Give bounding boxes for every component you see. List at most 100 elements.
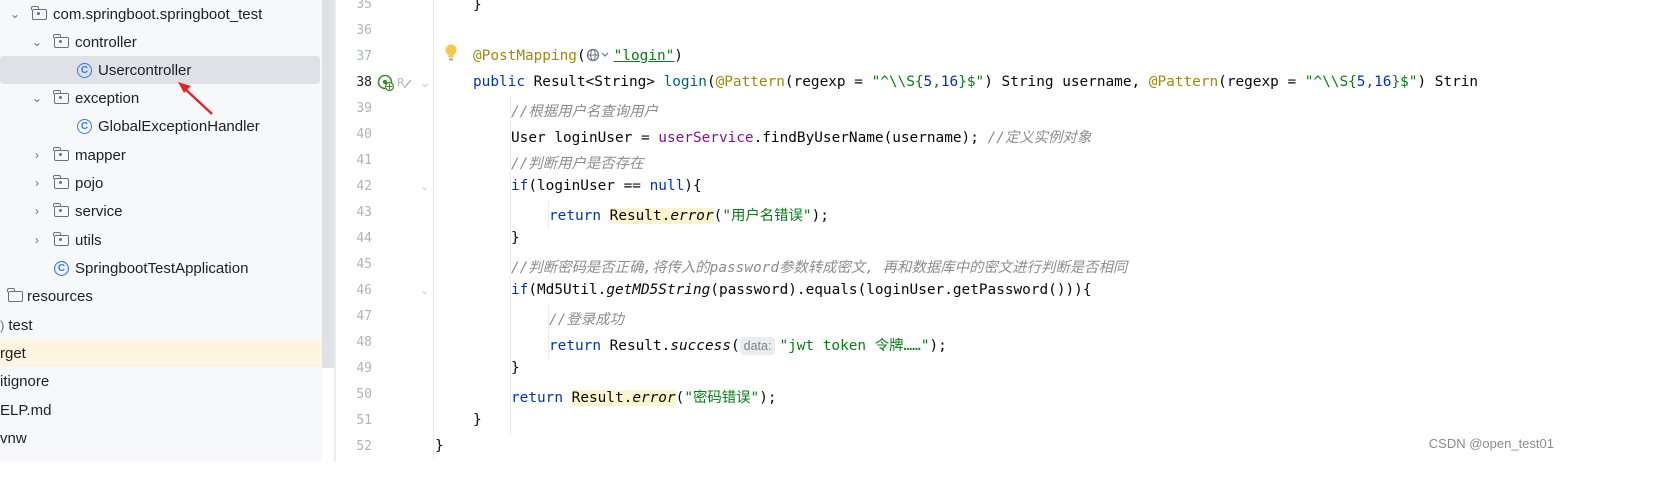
package-folder-icon bbox=[53, 33, 69, 48]
red-arrow-annotation bbox=[178, 82, 213, 115]
tree-item-label: pojo bbox=[75, 174, 104, 192]
parameter-hint: data: bbox=[739, 337, 776, 355]
code-line-51: } bbox=[473, 412, 482, 428]
chevron-right-icon[interactable]: › bbox=[30, 148, 44, 162]
code-line-44: } bbox=[511, 230, 520, 246]
code-line-38: public Result<String> login(@Pattern(reg… bbox=[473, 74, 1479, 90]
tree-item-label: exception bbox=[75, 89, 140, 107]
tree-item-label: rget bbox=[0, 344, 26, 362]
code-line-40: User loginUser = userService.findByUserN… bbox=[511, 130, 1092, 146]
chevron-down-icon[interactable]: ⌄ bbox=[30, 35, 44, 49]
tree-item-label: resources bbox=[27, 287, 93, 305]
package-folder-icon bbox=[53, 89, 69, 104]
code-line-35: } bbox=[473, 0, 482, 13]
tree-item-utils[interactable]: › utils bbox=[0, 226, 322, 254]
tree-item-label: test bbox=[8, 316, 33, 334]
line-number: 50 bbox=[356, 387, 372, 402]
chevron-right-icon[interactable]: › bbox=[30, 176, 44, 190]
line-number: 45 bbox=[356, 257, 372, 272]
line-number: 52 bbox=[356, 439, 372, 454]
code-line-45: //判断密码是否正确,将传入的password参数转成密文, 再和数据库中的密文… bbox=[511, 260, 1128, 276]
project-tree: ⌄ com.springboot.springboot_test ⌄ contr… bbox=[0, 0, 322, 461]
code-line-50: return Result.error("密码错误"); bbox=[511, 390, 777, 406]
code-line-52: } bbox=[435, 438, 444, 454]
tree-item-globalexceptionhandler[interactable]: C GlobalExceptionHandler bbox=[0, 112, 322, 140]
package-folder-icon bbox=[53, 231, 69, 246]
package-folder-icon bbox=[53, 146, 69, 161]
line-number-current: 38 bbox=[356, 75, 372, 90]
line-number: 39 bbox=[356, 101, 372, 116]
line-number: 41 bbox=[356, 153, 372, 168]
svg-text:R: R bbox=[397, 76, 405, 89]
folder-icon: ) bbox=[0, 317, 5, 333]
tree-item-package-root[interactable]: ⌄ com.springboot.springboot_test bbox=[0, 0, 322, 28]
code-line-41: //判断用户是否存在 bbox=[511, 156, 644, 172]
tree-item-pojo[interactable]: › pojo bbox=[0, 169, 322, 197]
tree-item-label: controller bbox=[75, 33, 137, 51]
chevron-right-icon[interactable]: › bbox=[30, 233, 44, 247]
chevron-down-icon[interactable]: ⌄ bbox=[8, 7, 22, 21]
tree-item-springboottestapplication[interactable]: C SpringbootTestApplication bbox=[0, 254, 322, 282]
code-line-43: return Result.error("用户名错误"); bbox=[549, 208, 829, 224]
run-gutter-icon[interactable] bbox=[377, 74, 395, 92]
line-number: 46 bbox=[356, 283, 372, 298]
tree-item-label: SpringbootTestApplication bbox=[75, 259, 249, 277]
gutter-divider bbox=[433, 0, 434, 461]
line-number: 47 bbox=[356, 309, 372, 324]
line-number: 36 bbox=[356, 23, 372, 38]
tree-item-usercontroller[interactable]: C Usercontroller bbox=[0, 56, 320, 84]
tree-item-label: Usercontroller bbox=[98, 61, 192, 79]
tree-item-service[interactable]: › service bbox=[0, 197, 322, 225]
spring-app-class-icon: C bbox=[54, 260, 69, 276]
fold-icon[interactable]: ⌄ bbox=[420, 180, 429, 193]
package-folder-icon bbox=[31, 5, 47, 20]
tree-item-controller[interactable]: ⌄ controller bbox=[0, 28, 322, 56]
tree-item-label: GlobalExceptionHandler bbox=[98, 117, 260, 135]
tree-item-mvnw[interactable]: vnw bbox=[0, 424, 322, 452]
fold-icon[interactable]: ⌄ bbox=[420, 284, 429, 297]
line-number: 35 bbox=[356, 0, 372, 12]
package-folder-icon bbox=[53, 202, 69, 217]
fold-icon[interactable]: ⌄ bbox=[420, 76, 430, 90]
code-line-37: @PostMapping("login") bbox=[473, 48, 683, 64]
chevron-right-icon[interactable]: › bbox=[30, 204, 44, 218]
tree-item-resources[interactable]: resources bbox=[0, 282, 322, 310]
package-folder-icon bbox=[53, 174, 69, 189]
web-endpoint-icon[interactable]: R bbox=[396, 74, 414, 92]
tree-item-label: utils bbox=[75, 231, 102, 249]
tree-item-label: service bbox=[75, 202, 123, 220]
tree-item-label: vnw bbox=[0, 429, 27, 447]
line-number: 42 bbox=[356, 179, 372, 194]
code-line-47: //登录成功 bbox=[549, 312, 624, 328]
tree-item-label: itignore bbox=[0, 372, 50, 390]
code-line-48: return Result.success(data: "jwt token 令牌… bbox=[549, 337, 947, 355]
tree-item-label: ELP.md bbox=[0, 401, 52, 419]
tree-item-mapper[interactable]: › mapper bbox=[0, 141, 322, 169]
class-icon: C bbox=[77, 118, 92, 134]
globe-endpoint-icon[interactable] bbox=[586, 48, 614, 62]
line-number: 43 bbox=[356, 205, 372, 220]
code-line-49: } bbox=[511, 360, 520, 376]
tree-item-label: mapper bbox=[75, 146, 126, 164]
code-editor[interactable]: 35 36 37 38 39 40 41 42 43 44 45 46 47 4… bbox=[336, 0, 1568, 461]
watermark: CSDN @open_test01 bbox=[1428, 436, 1554, 451]
code-line-42: if(loginUser == null){ bbox=[511, 178, 702, 194]
tree-item-help-md[interactable]: ELP.md bbox=[0, 396, 322, 424]
tree-scrollbar[interactable] bbox=[322, 0, 334, 368]
code-line-46: if(Md5Util.getMD5String(password).equals… bbox=[511, 282, 1092, 298]
tree-item-exception[interactable]: ⌄ exception bbox=[0, 84, 322, 112]
tree-item-test[interactable]: ) test bbox=[0, 311, 322, 339]
line-number: 49 bbox=[356, 361, 372, 376]
lightbulb-icon[interactable] bbox=[444, 43, 458, 63]
chevron-down-icon[interactable]: ⌄ bbox=[30, 91, 44, 105]
tree-item-gitignore[interactable]: itignore bbox=[0, 367, 322, 395]
line-number: 51 bbox=[356, 413, 372, 428]
line-number: 44 bbox=[356, 231, 372, 246]
line-number: 40 bbox=[356, 127, 372, 142]
code-line-39: //根据用户名查询用户 bbox=[511, 104, 658, 120]
line-number: 37 bbox=[356, 49, 372, 64]
resources-folder-icon bbox=[7, 287, 23, 302]
tree-item-target[interactable]: rget bbox=[0, 339, 322, 367]
line-number: 48 bbox=[356, 335, 372, 350]
class-icon: C bbox=[77, 62, 92, 78]
